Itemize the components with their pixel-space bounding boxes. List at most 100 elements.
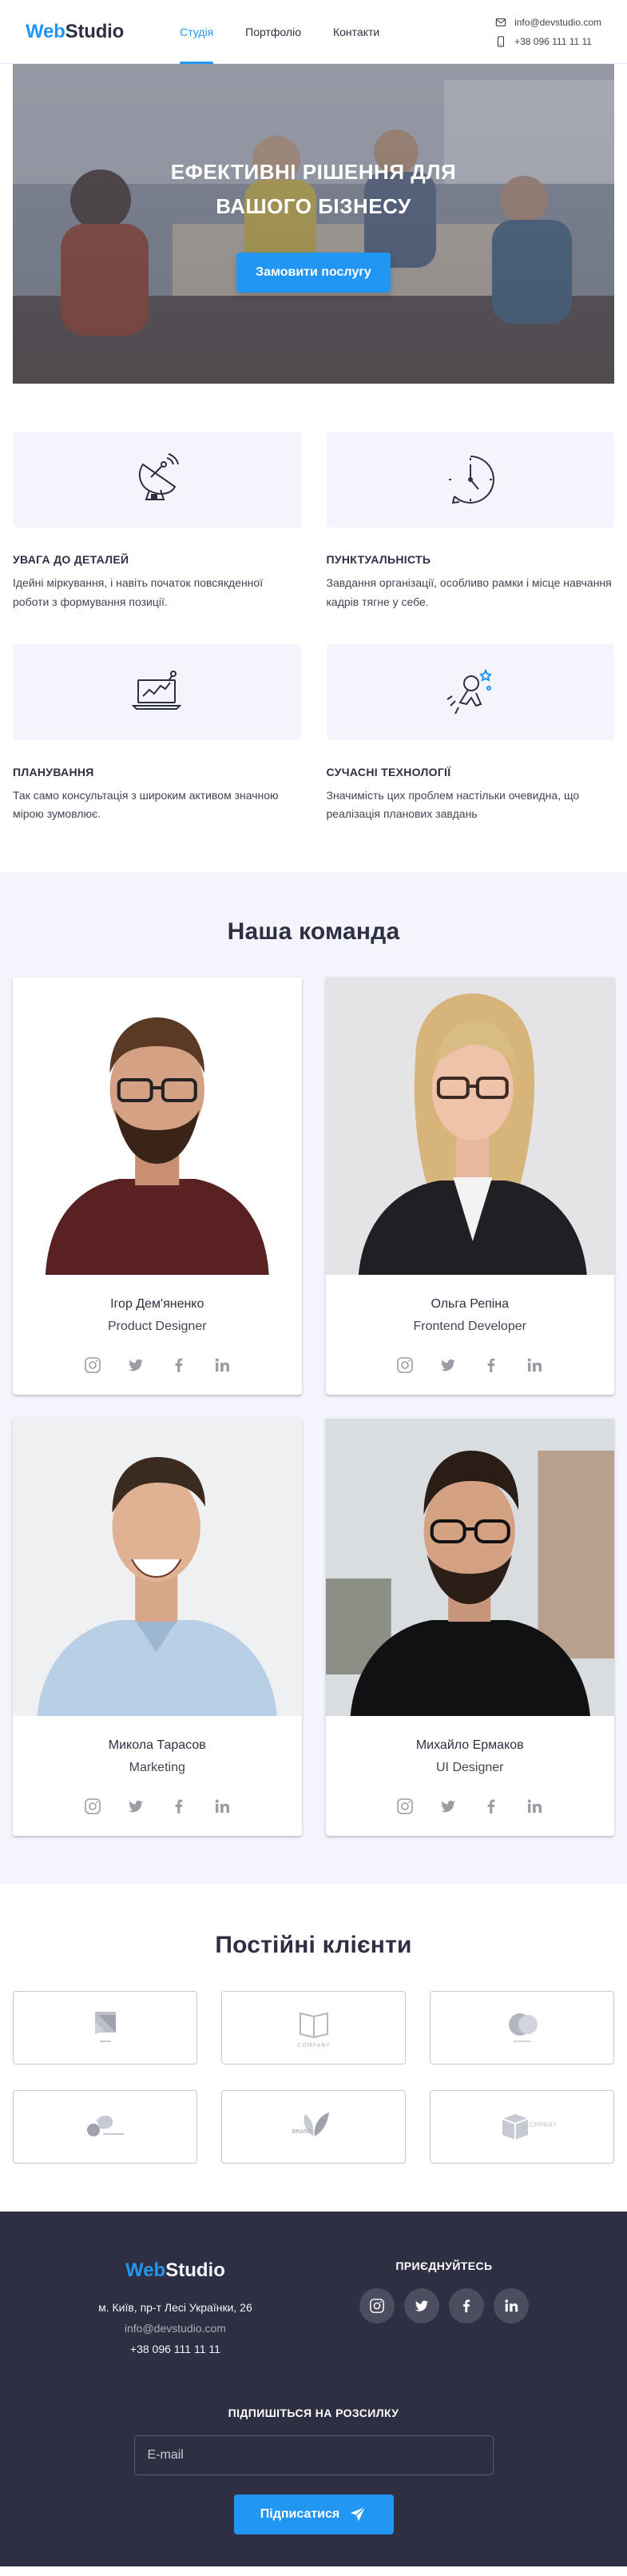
footer-social-block: Приєднуйтесь bbox=[359, 2259, 529, 2355]
client-logo-icon: BRAND bbox=[292, 2112, 329, 2137]
card-body: Микола Тарасов Marketing bbox=[13, 1716, 302, 1836]
team-section: Наша команда Ігор Дем'яненко Product Des… bbox=[0, 872, 627, 1885]
client-logo-link[interactable] bbox=[13, 1991, 197, 2065]
clock-icon bbox=[448, 456, 494, 504]
feature-text: Значимість цих проблем настільки очевидн… bbox=[326, 788, 580, 821]
subscribe-button[interactable]: Підписатися bbox=[233, 2494, 394, 2535]
footer-socials bbox=[359, 2288, 529, 2324]
linkedin-icon[interactable] bbox=[213, 1798, 231, 1815]
client-logo-caption: COMPANY bbox=[525, 2121, 557, 2128]
member-socials bbox=[26, 1798, 289, 1815]
clients-section: Постійні клієнти COMPANY BRAND COMPANY bbox=[0, 1884, 627, 2212]
feature-title: Пунктуальність bbox=[326, 553, 431, 566]
hero-section: ЕФЕКТИВНІ РІШЕННЯ ДЛЯ ВАШОГО БІЗНЕСУ Зам… bbox=[13, 64, 614, 384]
client-logo-link[interactable] bbox=[13, 2090, 197, 2164]
subscribe-form: Підпишіться на розсилку Підписатися bbox=[13, 2407, 614, 2535]
instagram-icon[interactable] bbox=[396, 1356, 414, 1374]
feature-icon-box bbox=[326, 432, 614, 528]
header-contacts: info@devstudio.com +38 096 111 11 11 bbox=[495, 17, 601, 47]
feature-item: Сучасні технології Значимість цих пробле… bbox=[326, 643, 614, 825]
header-phone-link[interactable]: +38 096 111 11 11 bbox=[495, 36, 601, 47]
card-body: Ігор Дем'яненко Product Designer bbox=[13, 1275, 302, 1395]
member-photo bbox=[325, 977, 614, 1276]
facebook-icon bbox=[462, 2299, 470, 2313]
linkedin-icon[interactable] bbox=[526, 1798, 543, 1815]
feature-title: Увага до деталей bbox=[13, 553, 129, 566]
card-body: Михайло Ермаков UI Designer bbox=[326, 1716, 615, 1836]
nav-link-contacts[interactable]: Контакти bbox=[333, 0, 379, 64]
member-portrait bbox=[325, 1419, 614, 1717]
client-logo-caption: BRAND bbox=[292, 2128, 312, 2135]
feature-item: Планування Так само консультація з широк… bbox=[13, 643, 301, 825]
instagram-icon bbox=[369, 2299, 384, 2314]
feature-icon-box bbox=[13, 432, 301, 528]
member-portrait bbox=[325, 977, 614, 1276]
feature-item: Пунктуальність Завдання організації, осо… bbox=[326, 432, 614, 612]
client-logo-link[interactable]: BRAND bbox=[221, 2090, 406, 2164]
client-logo-link[interactable]: COMPANY bbox=[221, 1991, 406, 2065]
footer-top: WebStudio м. Київ, пр-т Лесі Українки, 2… bbox=[13, 2259, 614, 2355]
subscribe-email-input[interactable] bbox=[133, 2435, 494, 2476]
footer-linkedin-button[interactable] bbox=[493, 2288, 529, 2324]
client-logo-icon: COMPANY bbox=[297, 2012, 329, 2048]
facebook-icon[interactable] bbox=[482, 1798, 500, 1815]
member-portrait bbox=[13, 1419, 302, 1717]
laptop-chart-icon bbox=[131, 670, 182, 710]
twitter-icon[interactable] bbox=[439, 1356, 457, 1374]
twitter-icon[interactable] bbox=[439, 1798, 457, 1815]
member-role: Marketing bbox=[129, 1761, 185, 1775]
team-card: Ігор Дем'яненко Product Designer bbox=[13, 977, 302, 1395]
facebook-icon[interactable] bbox=[170, 1356, 188, 1374]
member-name: Михайло Ермаков bbox=[415, 1738, 524, 1753]
linkedin-icon[interactable] bbox=[526, 1356, 543, 1374]
client-logo-link[interactable] bbox=[430, 1991, 614, 2065]
team-card: Микола Тарасов Marketing bbox=[13, 1419, 302, 1837]
client-logo-link[interactable]: COMPANY bbox=[430, 2090, 614, 2164]
nav-link-portfolio[interactable]: Портфоліо bbox=[245, 0, 301, 64]
header-email-link[interactable]: info@devstudio.com bbox=[495, 17, 601, 28]
subscribe-heading: Підпишіться на розсилку bbox=[228, 2407, 399, 2420]
page-header: WebStudio Студія Портфоліо Контакти info… bbox=[0, 0, 627, 65]
client-logo-icon bbox=[508, 2013, 538, 2043]
member-role: UI Designer bbox=[436, 1761, 504, 1775]
twitter-icon[interactable] bbox=[127, 1798, 145, 1815]
member-photo bbox=[13, 1419, 302, 1717]
nav-link-studio[interactable]: Студія bbox=[180, 0, 214, 65]
instagram-icon[interactable] bbox=[84, 1356, 101, 1374]
footer-address: м. Київ, пр-т Лесі Українки, 26 bbox=[98, 2301, 252, 2315]
member-socials bbox=[339, 1356, 602, 1374]
team-grid: Ігор Дем'яненко Product Designer Ольга Р… bbox=[13, 977, 615, 1837]
logo[interactable]: WebStudio bbox=[26, 21, 124, 43]
footer-contacts: WebStudio м. Київ, пр-т Лесі Українки, 2… bbox=[98, 2259, 252, 2355]
feature-text: Ідейні міркування, і навіть початок повс… bbox=[13, 576, 264, 608]
envelope-icon bbox=[495, 18, 506, 26]
order-service-button[interactable]: Замовити послугу bbox=[236, 252, 391, 293]
member-socials bbox=[26, 1356, 289, 1374]
facebook-icon[interactable] bbox=[170, 1798, 188, 1815]
linkedin-icon[interactable] bbox=[213, 1356, 231, 1374]
satellite-dish-icon bbox=[139, 453, 180, 500]
footer-phone-link[interactable]: +38 096 111 11 11 bbox=[130, 2343, 220, 2355]
twitter-icon[interactable] bbox=[127, 1356, 145, 1374]
team-card: Михайло Ермаков UI Designer bbox=[325, 1419, 615, 1837]
footer-logo-main: Studio bbox=[165, 2259, 225, 2282]
footer-twitter-button[interactable] bbox=[403, 2288, 439, 2324]
feature-title: Сучасні технології bbox=[326, 765, 451, 778]
facebook-icon[interactable] bbox=[482, 1356, 500, 1374]
client-logo-icon bbox=[86, 2116, 124, 2137]
member-role: Frontend Developer bbox=[413, 1320, 526, 1334]
twitter-icon bbox=[415, 2300, 429, 2311]
instagram-icon[interactable] bbox=[84, 1798, 101, 1815]
footer-logo[interactable]: WebStudio bbox=[125, 2259, 225, 2282]
footer-facebook-button[interactable] bbox=[448, 2288, 484, 2324]
smartphone-icon bbox=[498, 35, 505, 47]
instagram-icon[interactable] bbox=[396, 1798, 414, 1815]
logo-accent-text: Web bbox=[26, 20, 65, 42]
footer-instagram-button[interactable] bbox=[359, 2288, 395, 2324]
footer-email-link[interactable]: info@devstudio.com bbox=[125, 2322, 226, 2335]
team-title: Наша команда bbox=[227, 918, 400, 946]
client-logo-icon: COMPANY bbox=[502, 2114, 557, 2140]
card-body: Ольга Репіна Frontend Developer bbox=[326, 1275, 615, 1395]
send-icon bbox=[351, 2506, 366, 2522]
clients-grid: COMPANY BRAND COMPANY bbox=[13, 1991, 614, 2164]
